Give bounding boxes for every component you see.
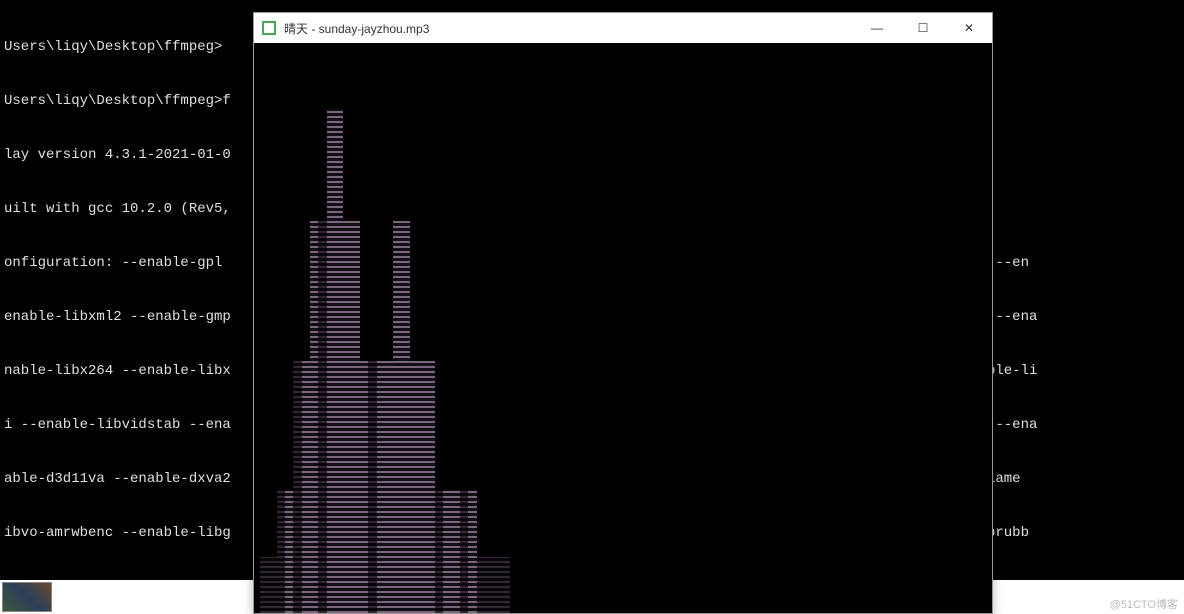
close-button[interactable]: ✕ bbox=[946, 13, 992, 43]
maximize-button[interactable]: ☐ bbox=[900, 13, 946, 43]
window-titlebar[interactable]: 晴天 - sunday-jayzhou.mp3 — ☐ ✕ bbox=[254, 13, 992, 43]
window-title: 晴天 - sunday-jayzhou.mp3 bbox=[284, 20, 429, 37]
spectrogram-canvas[interactable] bbox=[254, 43, 992, 613]
ffplay-window[interactable]: 晴天 - sunday-jayzhou.mp3 — ☐ ✕ bbox=[253, 12, 993, 614]
spectrogram bbox=[260, 53, 510, 613]
minimize-button[interactable]: — bbox=[854, 13, 900, 43]
desktop-thumbnail bbox=[2, 582, 52, 612]
watermark: @51CTO博客 bbox=[1110, 596, 1178, 612]
app-icon bbox=[262, 21, 276, 35]
